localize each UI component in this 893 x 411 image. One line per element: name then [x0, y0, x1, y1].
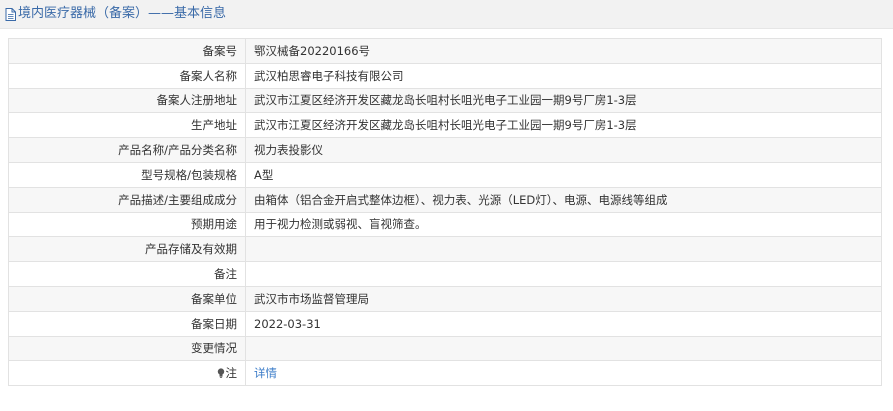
row-value [245, 236, 882, 263]
row-value [245, 335, 882, 362]
table-row: 备案日期 2022-03-31 [8, 310, 882, 337]
page-title-text: 境内医疗器械（备案）——基本信息 [18, 6, 227, 21]
row-value: 鄂汉械备20220166号 [245, 38, 882, 64]
table-row: 产品名称/产品分类名称 视力表投影仪 [8, 137, 882, 163]
table-row: 变更情况 [8, 335, 882, 362]
lightbulb-icon [217, 368, 224, 379]
table-row: 型号规格/包装规格 A型 [8, 161, 882, 188]
row-label: 预期用途 [8, 211, 246, 238]
row-label: 产品存储及有效期 [8, 236, 246, 263]
row-value: 武汉柏思睿电子科技有限公司 [245, 62, 882, 89]
row-label: 备案日期 [8, 310, 246, 337]
table-row: 备案单位 武汉市市场监督管理局 [8, 285, 882, 312]
table-row: 产品描述/主要组成成分 由箱体（铝合金开启式整体边框）、视力表、光源（LED灯）… [8, 186, 882, 213]
row-value: 由箱体（铝合金开启式整体边框）、视力表、光源（LED灯）、电源、电源线等组成 [245, 186, 882, 213]
row-label: 备案号 [8, 38, 246, 64]
details-link[interactable]: 详情 [254, 366, 277, 380]
row-value: 武汉市江夏区经济开发区藏龙岛长咀村长咀光电子工业园一期9号厂房1-3层 [245, 112, 882, 139]
row-label: 生产地址 [8, 112, 246, 139]
note-row: 注 详情 [8, 360, 882, 387]
table-row: 备案人注册地址 武汉市江夏区经济开发区藏龙岛长咀村长咀光电子工业园一期9号厂房1… [8, 87, 882, 114]
title-bar: 境内医疗器械（备案）——基本信息 [0, 0, 893, 29]
row-value: 视力表投影仪 [245, 137, 882, 163]
row-value: 用于视力检测或弱视、盲视筛查。 [245, 211, 882, 238]
row-value: 武汉市市场监督管理局 [245, 285, 882, 312]
row-label: 备案单位 [8, 285, 246, 312]
note-value-cell: 详情 [245, 360, 882, 387]
note-label: 注 [225, 366, 238, 381]
record-table: 备案号 鄂汉械备20220166号 备案人名称 武汉柏思睿电子科技有限公司 备案… [8, 38, 882, 387]
table-row: 产品存储及有效期 [8, 236, 882, 263]
table-row: 生产地址 武汉市江夏区经济开发区藏龙岛长咀村长咀光电子工业园一期9号厂房1-3层 [8, 112, 882, 139]
note-label-cell: 注 [8, 360, 246, 387]
page-title: 境内医疗器械（备案）——基本信息 [5, 6, 226, 22]
table-row: 备案号 鄂汉械备20220166号 [8, 38, 882, 64]
row-label: 产品名称/产品分类名称 [8, 137, 246, 163]
row-label: 变更情况 [8, 335, 246, 362]
row-label: 型号规格/包装规格 [8, 161, 246, 188]
document-icon [5, 7, 16, 21]
row-label: 备案人名称 [8, 62, 246, 89]
row-label: 产品描述/主要组成成分 [8, 186, 246, 213]
row-label: 备案人注册地址 [8, 87, 246, 114]
table-row: 备案人名称 武汉柏思睿电子科技有限公司 [8, 62, 882, 89]
row-value: 武汉市江夏区经济开发区藏龙岛长咀村长咀光电子工业园一期9号厂房1-3层 [245, 87, 882, 114]
row-value: A型 [245, 161, 882, 188]
table-row: 备注 [8, 261, 882, 287]
table-row: 预期用途 用于视力检测或弱视、盲视筛查。 [8, 211, 882, 238]
row-value [245, 261, 882, 287]
row-label: 备注 [8, 261, 246, 287]
row-value: 2022-03-31 [245, 310, 882, 337]
